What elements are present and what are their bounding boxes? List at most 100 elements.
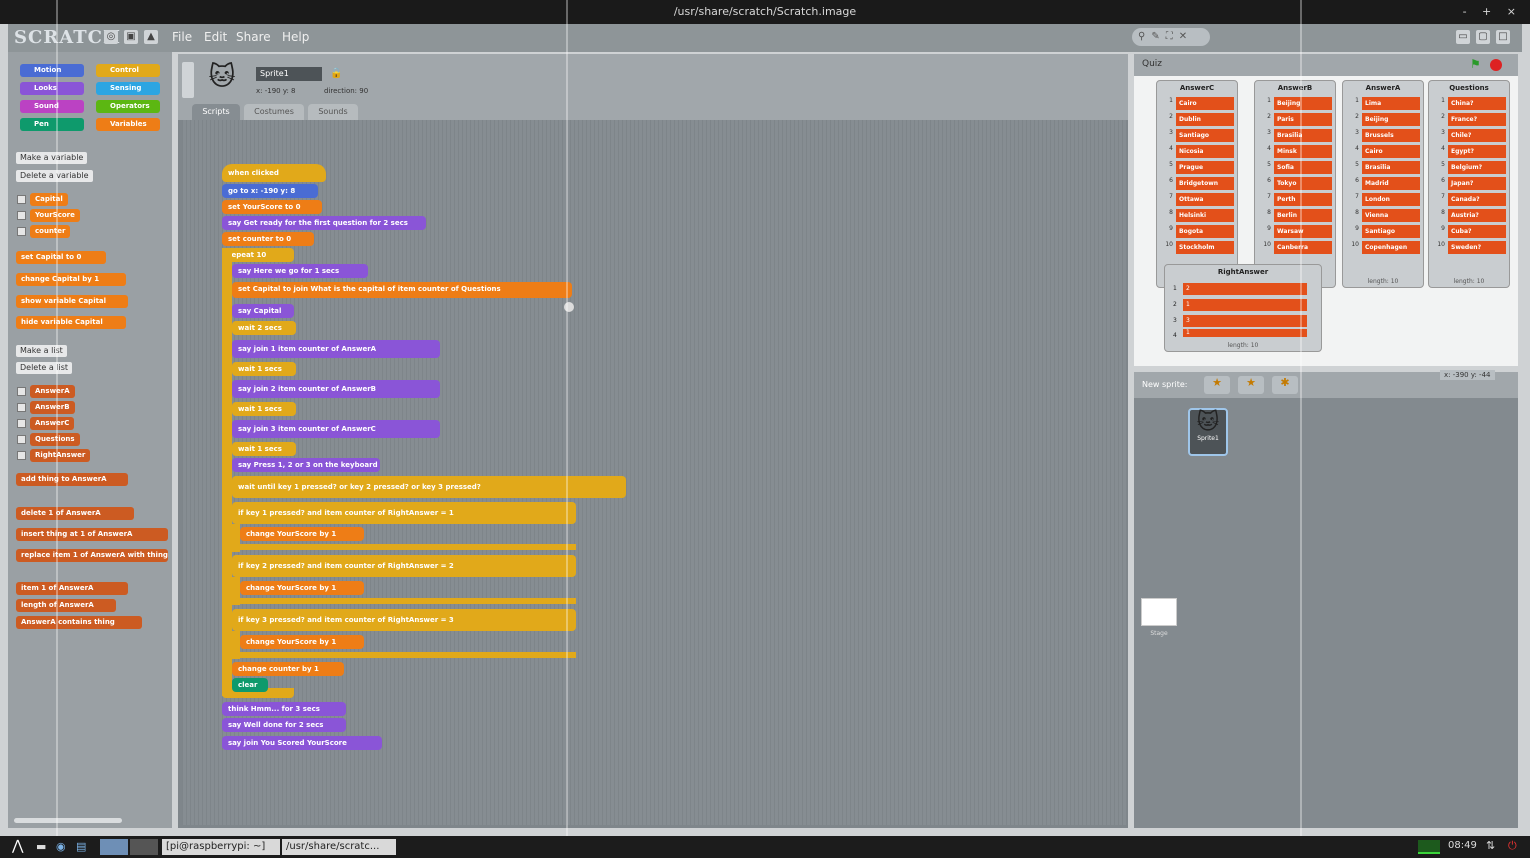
cat-motion[interactable]: Motion — [20, 64, 84, 77]
network-icon[interactable]: ⇅ — [1486, 839, 1495, 852]
list-checkbox[interactable] — [17, 387, 26, 396]
change-score-block[interactable]: change YourScore by 1 — [240, 527, 364, 541]
clear-block[interactable]: clear — [232, 678, 268, 692]
think-block[interactable]: think Hmm... for 3 secs — [222, 702, 346, 716]
var-checkbox[interactable] — [17, 211, 26, 220]
item-of-list-block[interactable]: item 1 of AnswerA — [16, 582, 128, 595]
menu-edit[interactable]: Edit — [204, 30, 227, 44]
set-var-block[interactable]: set Capital to 0 — [16, 251, 106, 264]
list-reporter-answerc[interactable]: AnswerC — [30, 417, 75, 430]
desktop-icon[interactable]: ▤ — [76, 840, 86, 853]
change-score-block[interactable]: change YourScore by 1 — [240, 635, 364, 649]
add-to-list-block[interactable]: add thing to AnswerA — [16, 473, 128, 486]
make-list-button[interactable]: Make a list — [16, 345, 67, 357]
small-stage-icon[interactable]: ▭ — [1456, 30, 1470, 44]
repeat-block[interactable]: repeat 10 — [222, 248, 294, 262]
wait-block[interactable]: wait 1 secs — [232, 362, 296, 376]
taskbar-scratch[interactable]: /usr/share/scratc... — [282, 839, 396, 855]
window-controls[interactable]: - + × — [1463, 0, 1522, 24]
cat-pen[interactable]: Pen — [20, 118, 84, 131]
cat-control[interactable]: Control — [96, 64, 160, 77]
when-flag-clicked-hat[interactable]: when clicked — [222, 164, 326, 182]
list-checkbox[interactable] — [17, 451, 26, 460]
say-press-block[interactable]: say Press 1, 2 or 3 on the keyboard — [232, 458, 380, 472]
if-key2-block[interactable]: if key 2 pressed? and item counter of Ri… — [232, 555, 576, 577]
change-var-block[interactable]: change Capital by 1 — [16, 273, 126, 286]
palette-scrollbar[interactable] — [14, 818, 122, 823]
paint-sprite-icon[interactable]: ★ — [1204, 376, 1230, 394]
wait-block[interactable]: wait 1 secs — [232, 402, 296, 416]
list-watcher-answerb[interactable]: AnswerB 1 Beijing 2 Paris 3 Brasilia 4 Minsk… — [1254, 80, 1336, 288]
set-capital-block[interactable]: set Capital to join What is the capital … — [232, 282, 572, 298]
menu-start-icon[interactable]: ⋀ — [12, 838, 23, 854]
var-reporter-counter[interactable]: counter — [30, 225, 71, 238]
tab-scripts[interactable]: Scripts — [192, 104, 240, 120]
say-well-done-block[interactable]: say Well done for 2 secs — [222, 718, 346, 732]
choose-sprite-icon[interactable]: ★ — [1238, 376, 1264, 394]
wait-block[interactable]: wait 1 secs — [232, 442, 296, 456]
insert-at-list-block[interactable]: insert thing at 1 of AnswerA — [16, 528, 168, 541]
stop-icon[interactable] — [1490, 59, 1502, 71]
presentation-icon[interactable]: □ — [1496, 30, 1510, 44]
wait-block[interactable]: wait 2 secs — [232, 321, 296, 335]
rotation-style-buttons[interactable] — [182, 62, 194, 98]
list-reporter-answera[interactable]: AnswerA — [30, 385, 75, 398]
taskbar-terminal[interactable]: [pi@raspberrypi: ~] — [162, 839, 280, 855]
tab-costumes[interactable]: Costumes — [244, 104, 304, 120]
workspace-2[interactable] — [130, 839, 158, 855]
stage-thumbnail[interactable] — [1141, 598, 1177, 626]
menu-help[interactable]: Help — [282, 30, 309, 44]
lock-icon[interactable]: 🔒 — [330, 68, 342, 79]
list-watcher-rightanswer[interactable]: RightAnswer 12 21 33 41 length: 10 — [1164, 264, 1322, 352]
delete-of-list-block[interactable]: delete 1 of AnswerA — [16, 507, 134, 520]
if-key3-block[interactable]: if key 3 pressed? and item counter of Ri… — [232, 609, 576, 631]
var-reporter-yourscore[interactable]: YourScore — [30, 209, 80, 222]
show-var-block[interactable]: show variable Capital — [16, 295, 128, 308]
set-score-block[interactable]: set YourScore to 0 — [222, 200, 322, 214]
share-icon[interactable]: ▲ — [144, 30, 158, 44]
cat-operators[interactable]: Operators — [96, 100, 160, 113]
var-checkbox[interactable] — [17, 227, 26, 236]
go-to-block[interactable]: go to x: -190 y: 8 — [222, 184, 318, 198]
file-manager-icon[interactable]: ▬ — [36, 840, 46, 853]
list-watcher-answerc[interactable]: AnswerC 1 Cairo 2 Dublin 3 Santiago 4 Nicosi… — [1156, 80, 1238, 288]
list-checkbox[interactable] — [17, 403, 26, 412]
make-variable-button[interactable]: Make a variable — [16, 152, 88, 164]
hide-var-block[interactable]: hide variable Capital — [16, 316, 126, 329]
list-reporter-rightanswer[interactable]: RightAnswer — [30, 449, 91, 462]
list-reporter-answerb[interactable]: AnswerB — [30, 401, 75, 414]
tool-buttons[interactable]: ⚲✎⛶✕ — [1132, 28, 1210, 46]
say-answer-c-block[interactable]: say join 3 item counter of AnswerC — [232, 420, 440, 438]
menu-file[interactable]: File — [172, 30, 192, 44]
say-answer-a-block[interactable]: say join 1 item counter of AnswerA — [232, 340, 440, 358]
list-checkbox[interactable] — [17, 435, 26, 444]
say-capital-block[interactable]: say Capital — [232, 304, 294, 318]
sprite-name-field[interactable]: Sprite1 — [256, 67, 322, 81]
var-reporter-capital[interactable]: Capital — [30, 193, 68, 206]
list-contains-block[interactable]: AnswerA contains thing — [16, 616, 142, 629]
normal-stage-icon[interactable]: ▢ — [1476, 30, 1490, 44]
say-answer-b-block[interactable]: say join 2 item counter of AnswerB — [232, 380, 440, 398]
change-counter-block[interactable]: change counter by 1 — [232, 662, 344, 676]
set-counter-block[interactable]: set counter to 0 — [222, 232, 314, 246]
tab-sounds[interactable]: Sounds — [308, 104, 358, 120]
cat-looks[interactable]: Looks — [20, 82, 84, 95]
script-canvas[interactable]: when clicked go to x: -190 y: 8 set Your… — [182, 120, 1126, 825]
cat-sound[interactable]: Sound — [20, 100, 84, 113]
cat-sensing[interactable]: Sensing — [96, 82, 160, 95]
shutdown-icon[interactable]: ⏻ — [1508, 839, 1517, 853]
list-reporter-questions[interactable]: Questions — [30, 433, 80, 446]
random-sprite-icon[interactable]: ✱ — [1272, 376, 1298, 394]
replace-item-block[interactable]: replace item 1 of AnswerA with thing — [16, 549, 168, 562]
length-of-list-block[interactable]: length of AnswerA — [16, 599, 116, 612]
say-ready-block[interactable]: say Get ready for the first question for… — [222, 216, 426, 230]
change-score-block[interactable]: change YourScore by 1 — [240, 581, 364, 595]
say-here-we-go-block[interactable]: say Here we go for 1 secs — [232, 264, 368, 278]
green-flag-icon[interactable]: ⚑ — [1470, 57, 1481, 71]
menu-share[interactable]: Share — [236, 30, 271, 44]
if-key1-block[interactable]: if key 1 pressed? and item counter of Ri… — [232, 502, 576, 524]
say-score-block[interactable]: say join You Scored YourScore — [222, 736, 382, 750]
delete-variable-button[interactable]: Delete a variable — [16, 170, 93, 182]
list-watcher-questions[interactable]: Questions 1 China? 2 France? 3 Chile? 4 Egyp… — [1428, 80, 1510, 288]
list-checkbox[interactable] — [17, 419, 26, 428]
